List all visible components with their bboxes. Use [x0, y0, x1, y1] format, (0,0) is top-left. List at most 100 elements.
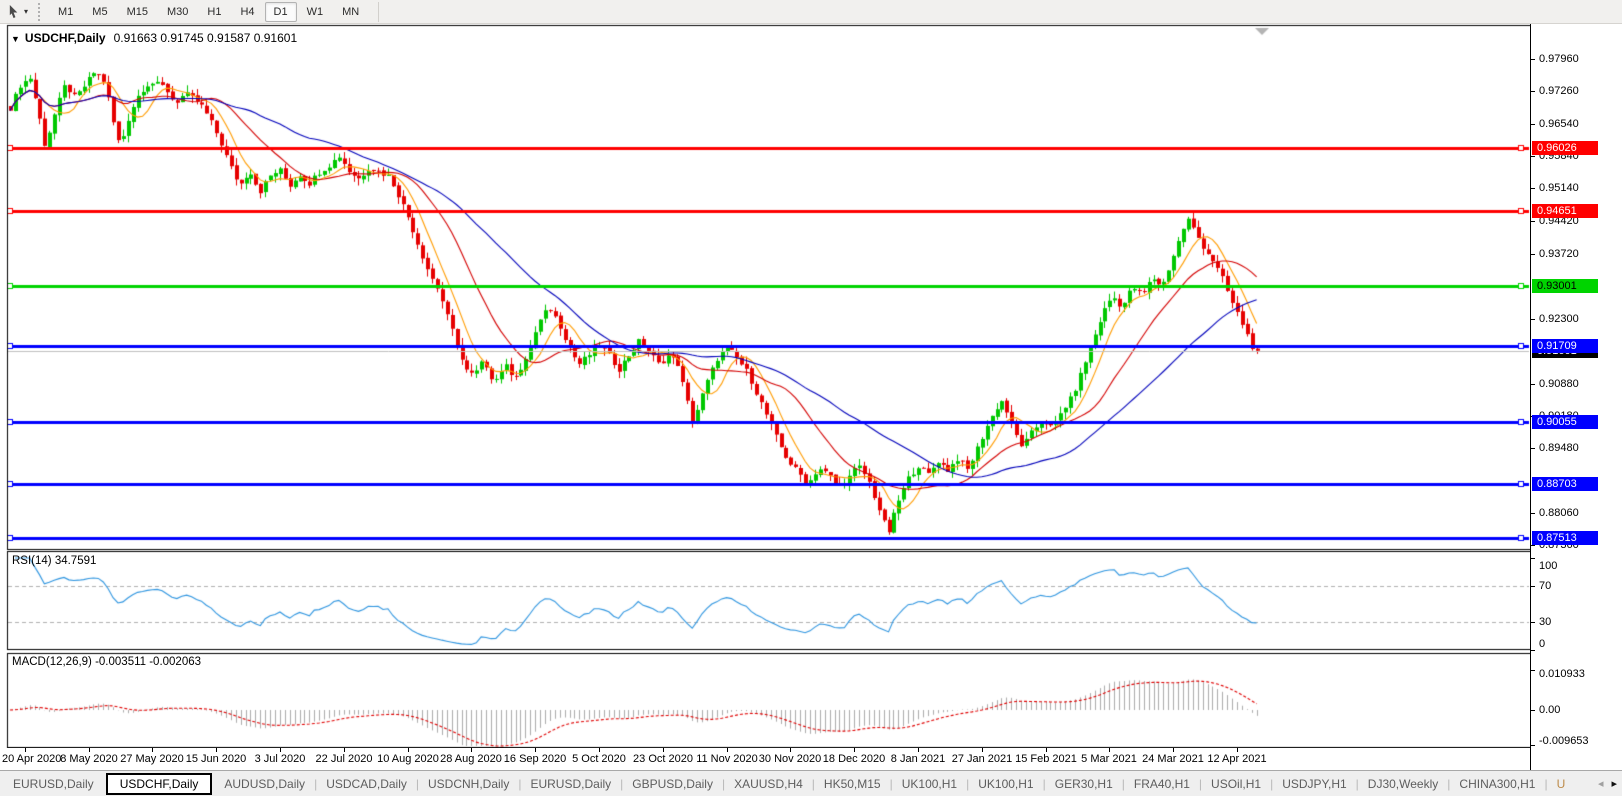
date-tickmark — [1173, 748, 1174, 752]
rsi-scale-label: 30 — [1539, 616, 1551, 628]
date-label: 27 May 2020 — [120, 753, 184, 765]
tab-scroll-arrows: ◂ ▸ — [1598, 771, 1617, 796]
price-axis[interactable]: 0.979600.972600.965400.958400.951400.944… — [1530, 24, 1622, 770]
date-tickmark — [89, 748, 90, 752]
date-tickmark — [535, 748, 536, 752]
collapse-triangle-icon[interactable]: ▼ — [11, 34, 20, 44]
price-tick-label: 0.92300 — [1539, 313, 1579, 325]
price-tick-label: 0.97260 — [1539, 85, 1579, 97]
cursor-icon — [7, 4, 22, 19]
crosshair-tool-button[interactable]: ▾ — [4, 3, 31, 20]
date-label: 23 Oct 2020 — [633, 753, 693, 765]
price-tick-label: 0.90880 — [1539, 378, 1579, 390]
date-tickmark — [344, 748, 345, 752]
chart-tab[interactable]: HK50,M15 — [815, 773, 890, 795]
price-tick-label: 0.97960 — [1539, 53, 1579, 65]
date-tickmark — [982, 748, 983, 752]
chart-tab[interactable]: EURUSD,Daily — [521, 773, 620, 795]
chart-tab[interactable]: CHINA300,H1 — [1450, 773, 1544, 795]
timeframe-button-m1[interactable]: M1 — [49, 2, 82, 22]
time-axis[interactable]: 20 Apr 20208 May 202027 May 202015 Jun 2… — [0, 748, 1530, 770]
macd-scale-tickmark — [1531, 710, 1535, 711]
macd-scale-label: 0.010933 — [1539, 668, 1585, 680]
price-tick-tickmark — [1531, 448, 1535, 449]
date-label: 27 Jan 2021 — [952, 753, 1013, 765]
price-level-badge: 0.96026 — [1532, 141, 1598, 155]
timeframe-button-m5[interactable]: M5 — [83, 2, 116, 22]
chart-tabbar: EURUSD,DailyUSDCHF,DailyAUDUSD,Daily|USD… — [0, 770, 1622, 796]
date-tickmark — [280, 748, 281, 752]
chart-tab[interactable]: USDJPY,H1 — [1273, 773, 1355, 795]
symbol-label: USDCHF,Daily — [25, 31, 106, 45]
timeframe-button-h4[interactable]: H4 — [231, 2, 263, 22]
chart-tabs: EURUSD,DailyUSDCHF,DailyAUDUSD,Daily|USD… — [4, 773, 1567, 795]
date-tickmark — [727, 748, 728, 752]
date-tickmark — [408, 748, 409, 752]
toolbar: ▾ M1M5M15M30H1H4D1W1MN — [0, 0, 1622, 24]
price-tick-tickmark — [1531, 91, 1535, 92]
chart-tab[interactable]: UK100,H1 — [893, 773, 966, 795]
chart-tab[interactable]: FRA40,H1 — [1125, 773, 1199, 795]
chart-tab[interactable]: USDCAD,Daily — [317, 773, 416, 795]
ohlc-values: 0.91663 0.91745 0.91587 0.91601 — [114, 31, 298, 45]
chart-tab[interactable]: UK100,H1 — [969, 773, 1042, 795]
rsi-scale-tickmark — [1531, 650, 1535, 651]
date-tickmark — [471, 748, 472, 752]
timeframe-group: M1M5M15M30H1H4D1W1MN — [49, 2, 368, 22]
chart-tab[interactable]: DJ30,Weekly — [1359, 773, 1447, 795]
timeframe-button-w1[interactable]: W1 — [298, 2, 333, 22]
price-level-badge: 0.87513 — [1532, 531, 1598, 545]
chart-tab[interactable]: GER30,H1 — [1046, 773, 1122, 795]
date-label: 22 Jul 2020 — [316, 753, 373, 765]
price-tick-tickmark — [1531, 513, 1535, 514]
macd-scale-tickmark — [1531, 670, 1535, 671]
price-tick-label: 0.96540 — [1539, 118, 1579, 130]
date-tickmark — [1046, 748, 1047, 752]
chart-tab[interactable]: USDCNH,Daily — [419, 773, 518, 795]
date-label: 24 Mar 2021 — [1142, 753, 1204, 765]
date-label: 15 Feb 2021 — [1015, 753, 1077, 765]
rsi-scale-label: 100 — [1539, 560, 1557, 572]
price-tick-label: 0.88060 — [1539, 507, 1579, 519]
scroll-right-arrow-icon[interactable]: ▸ — [1611, 771, 1617, 796]
chart-tab[interactable]: EURUSD,Daily — [4, 773, 103, 795]
price-tick-tickmark — [1531, 156, 1535, 157]
scroll-left-arrow-icon[interactable]: ◂ — [1598, 771, 1604, 796]
rsi-scale-label: 0 — [1539, 638, 1545, 650]
chart-tab[interactable]: U — [1548, 773, 1568, 795]
toolbar-separator — [378, 2, 379, 22]
date-label: 10 Aug 2020 — [377, 753, 439, 765]
date-label: 8 Jan 2021 — [891, 753, 945, 765]
timeframe-button-m30[interactable]: M30 — [158, 2, 197, 22]
chart-tab[interactable]: AUDUSD,Daily — [215, 773, 314, 795]
price-level-badge: 0.91709 — [1532, 339, 1598, 353]
rsi-scale-label: 70 — [1539, 580, 1551, 592]
macd-scale-tickmark — [1531, 745, 1535, 746]
chevron-down-icon[interactable]: ▾ — [24, 7, 28, 16]
timeframe-button-m15[interactable]: M15 — [118, 2, 157, 22]
chart-tab[interactable]: USDCHF,Daily — [106, 773, 213, 795]
chart-tab[interactable]: USOil,H1 — [1202, 773, 1270, 795]
chart-tab[interactable]: XAUUSD,H4 — [725, 773, 812, 795]
macd-indicator-label: MACD(12,26,9) -0.003511 -0.002063 — [12, 656, 201, 668]
price-tick-tickmark — [1531, 384, 1535, 385]
date-label: 8 May 2020 — [60, 753, 117, 765]
price-tick-tickmark — [1531, 545, 1535, 546]
price-level-badge: 0.94651 — [1532, 204, 1598, 218]
timeframe-button-h1[interactable]: H1 — [198, 2, 230, 22]
price-level-badge: 0.88703 — [1532, 477, 1598, 491]
price-tick-tickmark — [1531, 221, 1535, 222]
chart-area: ▼ USDCHF,Daily 0.91663 0.91745 0.91587 0.9… — [0, 24, 1622, 770]
chart-tab[interactable]: GBPUSD,Daily — [623, 773, 722, 795]
chart-title: ▼ USDCHF,Daily 0.91663 0.91745 0.91587 0.9… — [11, 31, 297, 45]
macd-scale-label: 0.00 — [1539, 704, 1560, 716]
price-tick-tickmark — [1531, 188, 1535, 189]
date-label: 15 Jun 2020 — [186, 753, 247, 765]
date-label: 3 Jul 2020 — [255, 753, 306, 765]
timeframe-button-d1[interactable]: D1 — [265, 2, 297, 22]
rsi-scale-tickmark — [1531, 622, 1535, 623]
price-chart-canvas[interactable] — [0, 24, 1622, 748]
timeframe-button-mn[interactable]: MN — [333, 2, 368, 22]
date-label: 11 Nov 2020 — [696, 753, 758, 765]
price-tick-label: 0.95140 — [1539, 182, 1579, 194]
